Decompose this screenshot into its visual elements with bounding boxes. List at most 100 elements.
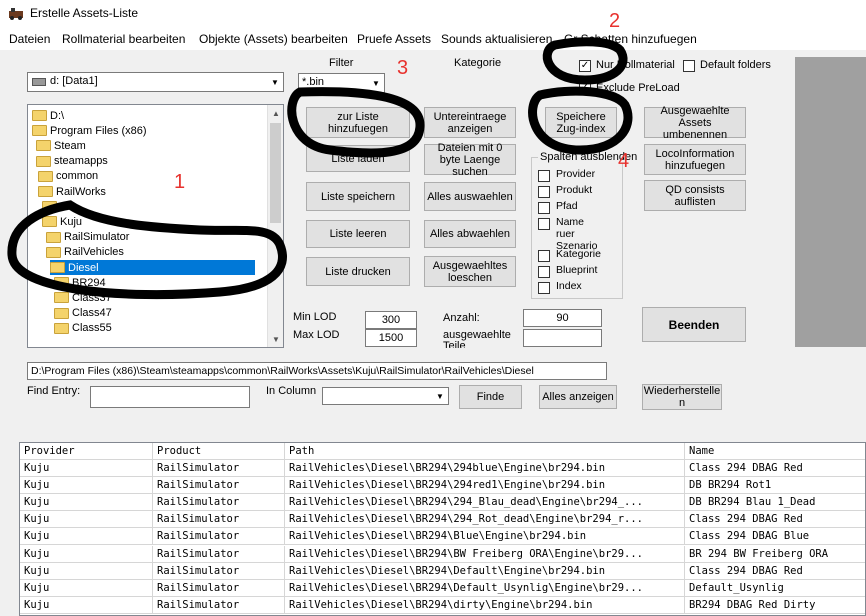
table-cell[interactable]: RailVehicles\Diesel\BR294\dirty\Engine\b… [285,596,685,614]
table-cell[interactable]: RailVehicles\Diesel\BR294\BW Freiberg OR… [285,545,685,563]
max-lod-input[interactable]: 1500 [365,329,417,347]
table-cell[interactable]: RailSimulator [153,579,285,597]
table-cell[interactable]: Class 294 DBAG Blue [685,528,865,546]
filter-select[interactable]: *.bin ▼ [298,73,385,93]
tree-item[interactable]: Program Files (x86) [32,123,147,138]
table-cell[interactable]: RailVehicles\Diesel\BR294\Blue\Engine\br… [285,528,685,546]
scroll-thumb[interactable] [270,123,281,223]
table-cell[interactable]: Kuju [20,511,153,529]
liste-leeren-button[interactable]: Liste leeren [306,220,410,248]
menu-schatten[interactable]: Gr Schatten hinzufuegen [564,32,697,46]
finde-button[interactable]: Finde [459,385,522,409]
alles-anzeigen-button[interactable]: Alles anzeigen [539,385,617,409]
table-cell[interactable]: BR 294 BW Freiberg ORA [685,546,865,563]
table-cell[interactable]: RailSimulator [153,562,285,580]
qd-consists-button[interactable]: QD consists auflisten [644,180,746,211]
tree-scrollbar[interactable]: ▲ ▼ [267,105,283,347]
table-cell[interactable]: Class 294 DBAG Red [685,511,865,529]
spalten-checkbox[interactable] [538,282,550,294]
table-cell[interactable]: Default_Usynlig [685,580,865,597]
dateien-0byte-button[interactable]: Dateien mit 0 byte Laenge suchen [424,142,516,178]
tree-item[interactable]: RailWorks [38,184,106,199]
default-folders-checkbox[interactable] [683,60,695,72]
table-cell[interactable]: Kuju [20,477,153,495]
spalten-checkbox[interactable] [538,218,550,230]
table-cell[interactable]: RailVehicles\Diesel\BR294\294blue\Engine… [285,460,685,477]
spalten-checkbox[interactable] [538,202,550,214]
untereintraege-button[interactable]: Untereintraege anzeigen [424,107,516,138]
table-cell[interactable]: Kuju [20,579,153,597]
tree-item[interactable]: RailVehicles [46,245,124,260]
table-cell[interactable]: RailSimulator [153,460,285,477]
table-cell[interactable]: Kuju [20,545,153,563]
tree-item[interactable]: A [42,199,67,214]
table-cell[interactable]: Class 294 DBAG Red [685,460,865,477]
spalten-checkbox[interactable] [538,266,550,278]
table-cell[interactable]: Kuju [20,494,153,512]
alles-abwaehlen-button[interactable]: Alles abwaehlen [424,220,516,248]
tree-item[interactable]: Class55 [54,321,112,336]
menu-rollmaterial[interactable]: Rollmaterial bearbeiten [62,32,185,46]
menu-dateien[interactable]: Dateien [9,32,50,46]
chevron-down-icon[interactable]: ▼ [368,74,384,92]
table-cell[interactable]: Class 294 DBAG Red [685,563,865,580]
table-cell[interactable]: DB BR294 Rot1 [685,477,865,495]
liste-speichern-button[interactable]: Liste speichern [306,182,410,211]
find-entry-input[interactable] [90,386,250,408]
tree-item[interactable]: Class47 [54,306,112,321]
table-cell[interactable]: RailSimulator [153,596,285,614]
exclude-preload-checkbox[interactable]: ✓ [579,82,591,94]
tree-item[interactable]: Steam [36,138,86,153]
folder-tree[interactable]: D:\ Program Files (x86) Steam steamapps comm… [27,104,284,348]
column-header[interactable]: Provider [20,443,153,460]
table-cell[interactable]: Kuju [20,460,153,477]
liste-laden-button[interactable]: Liste laden [306,145,410,172]
tree-item[interactable]: Diesel [50,260,255,275]
tree-item[interactable]: steamapps [36,154,108,169]
table-cell[interactable]: RailSimulator [153,494,285,512]
min-lod-input[interactable]: 300 [365,311,417,329]
tree-item[interactable]: BR294 [54,275,106,290]
chevron-down-icon[interactable]: ▼ [267,73,283,91]
speichere-zugindex-button[interactable]: Speichere Zug-index [545,107,617,138]
assets-umbenennen-button[interactable]: Ausgewaehlte Assets umbenennen [644,105,746,141]
column-header[interactable]: Name [685,443,865,460]
table-cell[interactable]: Kuju [20,562,153,580]
table-cell[interactable]: Kuju [20,596,153,614]
spalten-checkbox[interactable] [538,250,550,262]
chevron-down-icon[interactable]: ▼ [432,388,448,404]
ausgewaehltes-loeschen-button[interactable]: Ausgewaehltes loeschen [424,256,516,287]
alles-auswaehlen-button[interactable]: Alles auswaehlen [424,182,516,211]
tree-item[interactable]: Class37 [54,290,112,305]
tree-item[interactable]: D:\ [32,108,64,123]
in-column-select[interactable]: ▼ [322,387,449,405]
wiederherstellen-button[interactable]: Wiederherstelle n [642,384,722,410]
scroll-up-icon[interactable]: ▲ [268,105,283,121]
table-cell[interactable]: BR294 DBAG Red Dirty [685,597,865,614]
assets-grid[interactable]: Provider Product Path Name Kuju RailSimulator… [19,442,866,616]
table-cell[interactable]: RailSimulator [153,545,285,563]
drive-select[interactable]: d: [Data1] ▼ [27,72,284,92]
tree-item[interactable]: RailSimulator [46,230,129,245]
column-header[interactable]: Path [285,443,685,460]
zur-liste-button[interactable]: zur Liste hinzufuegen [306,107,410,138]
menu-sounds[interactable]: Sounds aktualisieren [441,32,552,46]
table-cell[interactable]: RailVehicles\Diesel\BR294\294_Rot_dead\E… [285,511,685,529]
locoinformation-button[interactable]: LocoInformation hinzufuegen [644,144,746,175]
table-cell[interactable]: RailSimulator [153,511,285,529]
beenden-button[interactable]: Beenden [642,307,746,342]
menu-objekte[interactable]: Objekte (Assets) bearbeiten [199,32,348,46]
table-cell[interactable]: DB BR294 Blau 1_Dead [685,494,865,512]
tree-item[interactable]: Kuju [42,214,82,229]
spalten-checkbox[interactable] [538,186,550,198]
liste-drucken-button[interactable]: Liste drucken [306,257,410,286]
table-cell[interactable]: RailVehicles\Diesel\BR294\294red1\Engine… [285,477,685,495]
nur-rollmaterial-checkbox[interactable]: ✓ [579,60,591,72]
table-cell[interactable]: RailVehicles\Diesel\BR294\Default\Engine… [285,562,685,580]
column-header[interactable]: Product [153,443,285,460]
table-cell[interactable]: RailVehicles\Diesel\BR294\Default_Usynli… [285,579,685,597]
menu-pruefe-assets[interactable]: Pruefe Assets [357,32,431,46]
tree-item[interactable]: common [38,169,98,184]
table-cell[interactable]: RailVehicles\Diesel\BR294\294_Blau_dead\… [285,494,685,512]
spalten-checkbox[interactable] [538,170,550,182]
